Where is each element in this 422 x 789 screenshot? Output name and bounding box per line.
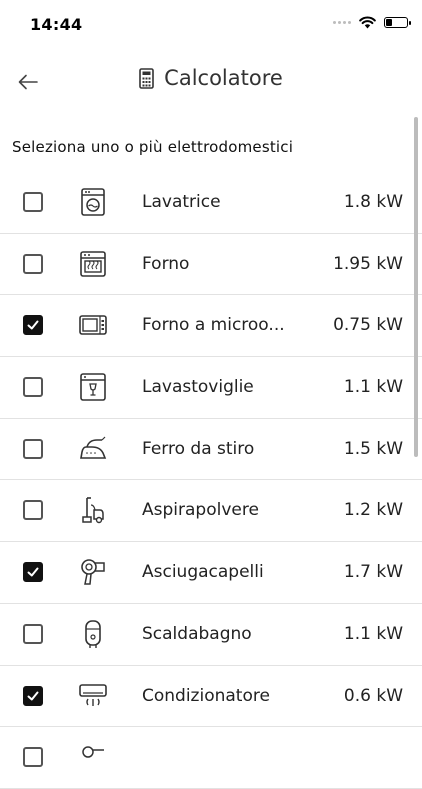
appliance-icon — [78, 742, 108, 772]
appliance-name: Lavastoviglie — [142, 377, 254, 398]
appliance-checkbox[interactable] — [23, 500, 43, 521]
appliance-checkbox[interactable] — [23, 685, 43, 706]
status-time: 14:44 — [30, 15, 83, 34]
air-conditioner-icon — [78, 681, 108, 711]
appliance-checkbox[interactable] — [23, 438, 43, 459]
appliance-name: Aspirapolvere — [142, 500, 259, 521]
vacuum-cleaner-icon — [78, 495, 108, 525]
hair-dryer-icon — [78, 557, 108, 587]
appliance-list: Lavatrice 1.8 kW Forno 1.95 kW Forno a micro… — [0, 172, 422, 789]
appliance-power: 1.1 kW — [343, 623, 403, 644]
appliance-name: Forno — [142, 253, 190, 274]
section-subtitle: Seleziona uno o più elettrodomestici — [12, 138, 294, 156]
status-icons — [333, 16, 411, 29]
dishwasher-icon — [78, 372, 108, 402]
page-title: Calcolatore — [164, 66, 283, 90]
appliance-power: 0.75 kW — [333, 315, 403, 336]
appliance-name: Condizionatore — [142, 685, 270, 706]
appliance-row[interactable]: Forno a microo... 0.75 kW — [0, 295, 422, 358]
appliance-row[interactable] — [0, 727, 422, 789]
oven-icon — [78, 249, 108, 279]
appliance-power: 1.8 kW — [343, 192, 403, 212]
appliance-checkbox[interactable] — [23, 623, 43, 644]
appliance-name: Lavatrice — [142, 192, 221, 212]
appliance-checkbox[interactable] — [23, 192, 43, 212]
appliance-checkbox[interactable] — [23, 747, 43, 768]
appliance-checkbox[interactable] — [23, 315, 43, 336]
page-title-group: Calcolatore — [0, 66, 422, 90]
appliance-checkbox[interactable] — [23, 253, 43, 274]
calculator-icon — [139, 67, 154, 89]
washing-machine-icon — [78, 187, 108, 217]
appliance-power: 1.7 kW — [343, 562, 403, 583]
iron-icon — [78, 434, 108, 464]
checkmark-icon — [27, 320, 39, 330]
appliance-name: Ferro da stiro — [142, 438, 255, 459]
appliance-row[interactable]: Aspirapolvere 1.2 kW — [0, 480, 422, 543]
appliance-checkbox[interactable] — [23, 562, 43, 583]
appliance-row[interactable]: Lavastoviglie 1.1 kW — [0, 357, 422, 419]
appliance-row[interactable]: Condizionatore 0.6 kW — [0, 666, 422, 728]
status-bar: 14:44 — [0, 0, 422, 50]
checkmark-icon — [27, 691, 39, 700]
appliance-row[interactable]: Ferro da stiro 1.5 kW — [0, 419, 422, 481]
water-heater-icon — [78, 619, 108, 649]
appliance-row[interactable]: Lavatrice 1.8 kW — [0, 172, 422, 234]
appliance-power: 1.1 kW — [343, 377, 403, 398]
appliance-row[interactable]: Scaldabagno 1.1 kW — [0, 604, 422, 666]
microwave-icon — [78, 310, 108, 340]
app-header: Calcolatore — [0, 56, 422, 108]
appliance-power: 1.5 kW — [343, 438, 403, 459]
appliance-power: 1.2 kW — [343, 500, 403, 521]
battery-icon — [384, 17, 411, 28]
appliance-checkbox[interactable] — [23, 377, 43, 398]
appliance-name: Scaldabagno — [142, 623, 252, 644]
wifi-icon — [359, 16, 376, 29]
signal-icon — [333, 21, 351, 24]
appliance-row[interactable]: Asciugacapelli 1.7 kW — [0, 542, 422, 604]
appliance-name: Asciugacapelli — [142, 562, 264, 583]
appliance-row[interactable]: Forno 1.95 kW — [0, 234, 422, 296]
appliance-power: 0.6 kW — [343, 685, 403, 706]
appliance-name: Forno a microo... — [142, 315, 285, 336]
scrollbar[interactable] — [414, 117, 418, 457]
appliance-power: 1.95 kW — [333, 253, 403, 274]
checkmark-icon — [27, 567, 39, 577]
